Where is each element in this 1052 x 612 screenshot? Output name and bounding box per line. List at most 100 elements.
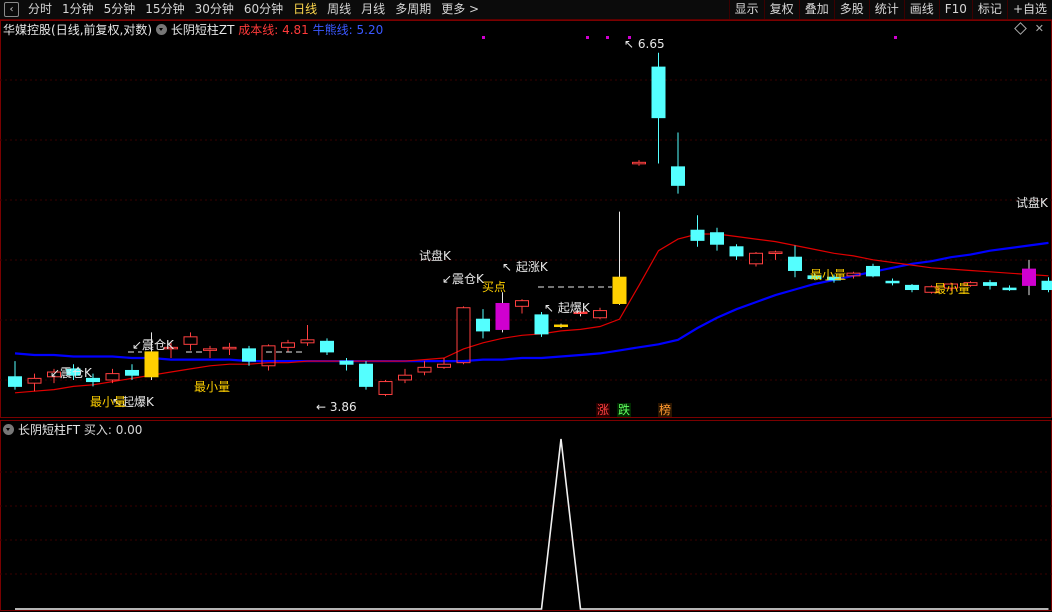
candle	[866, 263, 880, 278]
sub-indicator-name[interactable]: 长阴短柱FT	[18, 423, 80, 437]
buy-point-label: 买点	[482, 280, 506, 294]
candle	[359, 361, 373, 390]
sub-indicator-menu-icon[interactable]	[3, 424, 14, 435]
tab-daily[interactable]: 日线	[288, 0, 322, 19]
candle-body	[983, 282, 997, 286]
candle-body	[105, 373, 120, 381]
candle-body	[690, 229, 705, 241]
cost-line	[14, 233, 1049, 394]
candle-body	[144, 351, 159, 378]
draw-line-button[interactable]: 画线	[905, 0, 939, 19]
burst-k-label: ↖ 起爆K	[544, 301, 591, 315]
period-toolbar: ‹ 分时 1分钟 5分钟 15分钟 30分钟 60分钟 日线 周线 月线 多周期…	[0, 0, 1052, 20]
candle	[456, 306, 471, 365]
candle-body	[281, 342, 295, 348]
candle-body	[417, 366, 432, 373]
candle-body	[554, 324, 568, 328]
candle	[300, 325, 315, 346]
candle-body	[203, 348, 217, 351]
rank-badge: 涨	[597, 402, 609, 417]
candle	[651, 52, 666, 164]
candle-body	[651, 66, 666, 119]
candle	[1022, 259, 1036, 296]
indicator-menu-icon[interactable]	[155, 24, 167, 35]
signal-dot	[606, 36, 609, 39]
candle	[339, 358, 354, 371]
tab-more[interactable]: 更多 >	[436, 0, 484, 19]
low-price-label: ← 3.86	[316, 400, 357, 414]
candle	[593, 307, 607, 320]
add-watchlist-button[interactable]: +自选	[1008, 0, 1052, 19]
candle-body	[320, 340, 334, 353]
tab-minute[interactable]: 分时	[23, 0, 57, 19]
candle	[281, 339, 295, 352]
sub-chart-caption: 长阴短柱FT 买入: 0.00	[3, 421, 142, 438]
buy-signal-line	[15, 438, 1049, 610]
min-volume-label: 最小量	[194, 380, 230, 394]
candle-body	[8, 376, 22, 387]
candle	[476, 309, 490, 339]
candle-body	[768, 251, 783, 254]
candle	[1002, 285, 1017, 291]
candle	[398, 368, 412, 384]
tab-1min[interactable]: 1分钟	[57, 0, 99, 19]
back-icon[interactable]: ‹	[4, 2, 19, 17]
tab-monthly[interactable]: 月线	[356, 0, 390, 19]
candle-body	[905, 284, 919, 291]
candle	[437, 358, 451, 369]
shake-k-label: ↙震仓K	[442, 272, 485, 286]
candle	[242, 345, 256, 366]
candle-body	[788, 256, 802, 271]
display-button[interactable]: 显示	[730, 0, 764, 19]
adjust-button[interactable]: 复权	[765, 0, 799, 19]
candle	[612, 211, 627, 305]
f10-button[interactable]: F10	[940, 0, 972, 19]
signal-dot	[482, 36, 485, 39]
min-volume-label: 最小量	[90, 395, 126, 409]
multi-stock-button[interactable]: 多股	[835, 0, 869, 19]
candle	[8, 361, 22, 390]
cost-line-label: 成本线: 4.81	[238, 23, 309, 37]
close-icon[interactable]: ✕	[1035, 22, 1044, 35]
mark-button[interactable]: 标记	[973, 0, 1007, 19]
candle-body	[534, 314, 549, 335]
tab-15min[interactable]: 15分钟	[140, 0, 189, 19]
indicator-name[interactable]: 长阴短柱ZT	[171, 23, 235, 37]
sub-chart-frame	[0, 420, 1052, 611]
shake-k-label: ↙震仓K	[132, 338, 175, 352]
stock-name: 华媒控股	[3, 23, 52, 37]
candle-body	[359, 363, 373, 387]
function-buttons: 显示 复权 叠加 多股 统计 画线 F10 标记 +自选	[728, 0, 1052, 19]
candle-body	[612, 276, 627, 304]
overlay-button[interactable]: 叠加	[800, 0, 834, 19]
tab-60min[interactable]: 60分钟	[239, 0, 288, 19]
candle-body	[1002, 287, 1017, 291]
chart-mode: (日线,前复权,对数)	[51, 23, 153, 37]
stats-button[interactable]: 统计	[870, 0, 904, 19]
candle	[905, 284, 919, 293]
candle	[417, 361, 432, 376]
candle	[690, 215, 705, 247]
min-volume-label: 最小量	[810, 268, 846, 282]
candle-body	[729, 246, 744, 257]
main-kline-chart[interactable]: ↖ 6.65 ← 3.86 ↙震仓K ↙震仓K ↙震仓K 试盘K 试盘K ↖ 起涨K ↖ 起爆K…	[0, 20, 1052, 418]
candle-body	[749, 252, 763, 265]
candle	[671, 132, 685, 194]
tab-5min[interactable]: 5分钟	[99, 0, 141, 19]
tab-30min[interactable]: 30分钟	[190, 0, 239, 19]
signal-dot	[894, 36, 897, 39]
tab-weekly[interactable]: 周线	[322, 0, 356, 19]
candle-body	[339, 360, 354, 365]
candle-body	[671, 166, 685, 186]
candle	[378, 379, 393, 397]
candle-body	[1041, 280, 1052, 291]
diamond-icon[interactable]	[1013, 21, 1027, 35]
sub-indicator-chart[interactable]	[0, 420, 1052, 612]
candle	[495, 292, 510, 333]
candle-body	[476, 318, 490, 332]
candle	[203, 345, 217, 359]
candle	[788, 245, 802, 278]
candle-body	[632, 161, 646, 165]
tab-multi-period[interactable]: 多周期	[390, 0, 436, 19]
candle	[1041, 277, 1052, 293]
